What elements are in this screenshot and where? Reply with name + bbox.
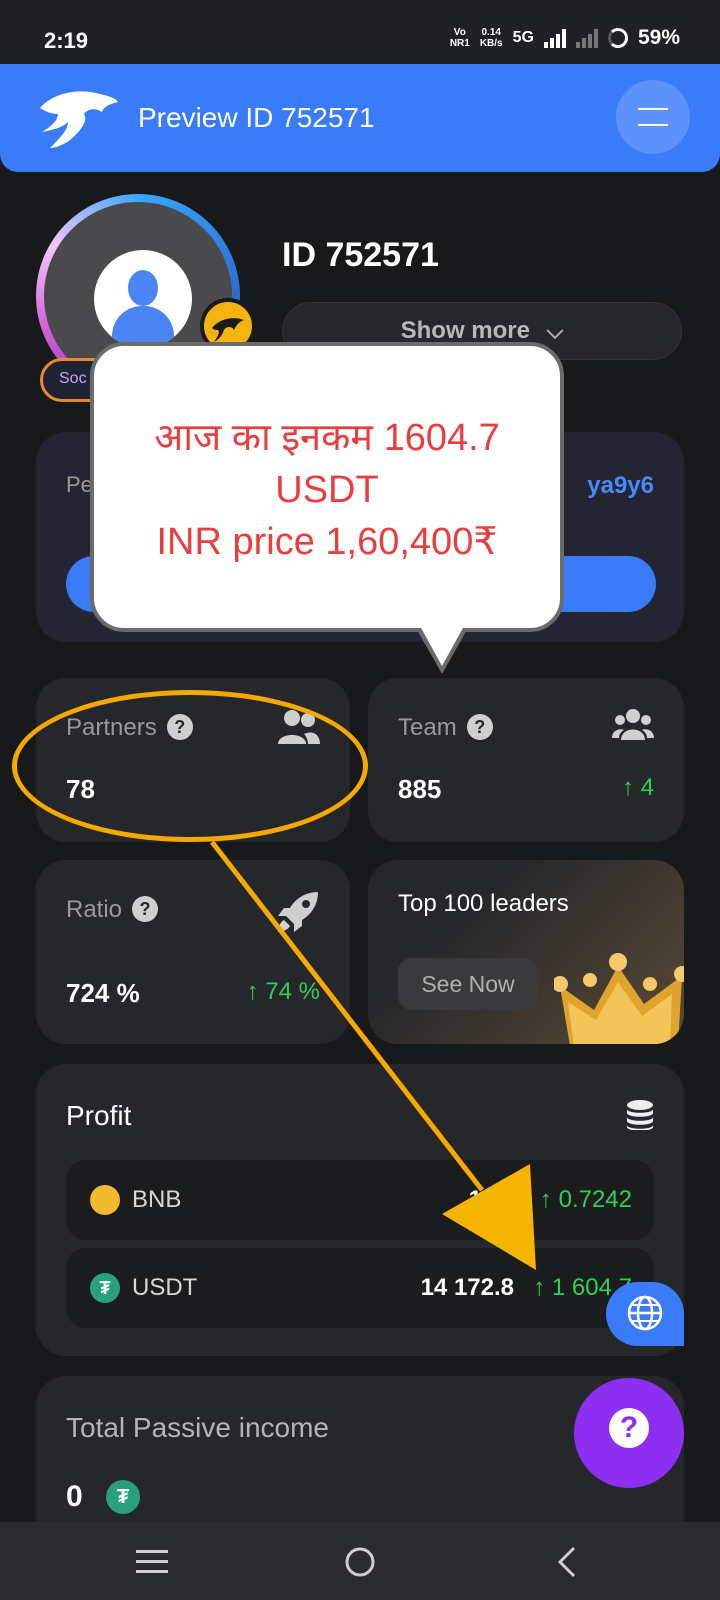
hamburger-icon[interactable] [616,80,690,154]
user-icon [94,250,192,348]
globe-icon [626,1294,664,1332]
bnb-icon [90,1185,120,1215]
coin-name: BNB [132,1186,182,1213]
network-type: 5G [512,29,534,46]
help-icon: ? [609,1408,649,1448]
recent-apps-icon[interactable] [130,1540,174,1584]
help-icon[interactable]: ? [132,896,159,922]
annotation-callout: आज का इनकम 1604.7 USDT INR price 1,60,40… [90,342,564,632]
system-nav-bar [0,1522,720,1600]
battery-percent: 59% [637,26,680,49]
show-more-label: Show more [400,317,530,344]
user-id-heading: ID 752571 [282,236,439,274]
ratio-value: 724 % [66,978,140,1008]
ratio-card[interactable]: Ratio? 724 % ↑ 74 % [36,860,350,1044]
top-leaders-label: Top 100 leaders [398,890,569,917]
profit-row-bnb[interactable]: BNB 11.9 ↑ 0.7242 [66,1160,654,1240]
volte-indicator: Vo NR1 [449,27,470,49]
callout-tail-fill [420,626,464,666]
back-icon[interactable] [546,1540,590,1584]
panther-logo-icon[interactable] [36,86,120,152]
passive-income-value: 0 [66,1480,83,1513]
group-icon [612,708,654,742]
status-time: 2:19 [44,28,89,53]
ratio-label: Ratio [66,896,123,923]
usdt-icon: ₮ [106,1480,140,1514]
coin-change: ↑ 0.7242 [539,1186,632,1213]
callout-line-2: USDT [275,469,379,511]
team-delta: ↑ 4 [621,774,654,801]
ratio-delta: ↑ 74 % [246,978,320,1005]
home-icon[interactable] [338,1540,382,1584]
coin-name: USDT [132,1274,198,1301]
coins-stack-icon [626,1100,654,1130]
team-card[interactable]: Team? 885 ↑ 4 [368,678,684,842]
crown-icon [554,946,684,1044]
signal-2-icon [575,28,598,48]
rocket-icon [276,890,320,934]
callout-line-3: INR price 1,60,400₹ [156,521,498,563]
help-icon[interactable]: ? [466,714,493,740]
profit-title: Profit [66,1100,132,1131]
help-chat-button[interactable]: ? [574,1378,684,1488]
battery-icon [607,28,628,48]
app-header: Preview ID 752571 [0,64,720,172]
profit-row-usdt[interactable]: ₮ USDT 14 172.8 ↑ 1 604.7 [66,1248,654,1328]
passive-income-title: Total Passive income [66,1412,330,1443]
team-value: 885 [398,774,442,804]
referral-code[interactable]: ya9y6 [587,472,654,500]
language-button[interactable] [606,1282,684,1346]
see-now-button[interactable]: See Now [398,958,538,1010]
top-leaders-card[interactable]: Top 100 leaders See Now [368,860,684,1044]
coin-amount: 11.9 [468,1186,514,1213]
team-label: Team [398,714,457,741]
usdt-icon: ₮ [90,1273,120,1303]
chevron-down-icon: ⌵ [546,318,564,343]
net-speed: 0.14 KB/s [479,27,503,49]
callout-line-1: आज का इनकम 1604.7 [154,417,500,459]
signal-icon [543,28,566,48]
annotation-ellipse [12,690,368,842]
coin-amount: 14 172.8 [420,1274,514,1301]
status-bar: 2:19 Vo NR1 0.14 KB/s 5G 59% [0,0,720,64]
page-title: Preview ID 752571 [138,102,375,133]
referral-label: Pe [66,472,93,497]
profit-card: Profit BNB 11.9 ↑ 0.7242 ₮ USDT 14 172.8… [36,1064,684,1356]
